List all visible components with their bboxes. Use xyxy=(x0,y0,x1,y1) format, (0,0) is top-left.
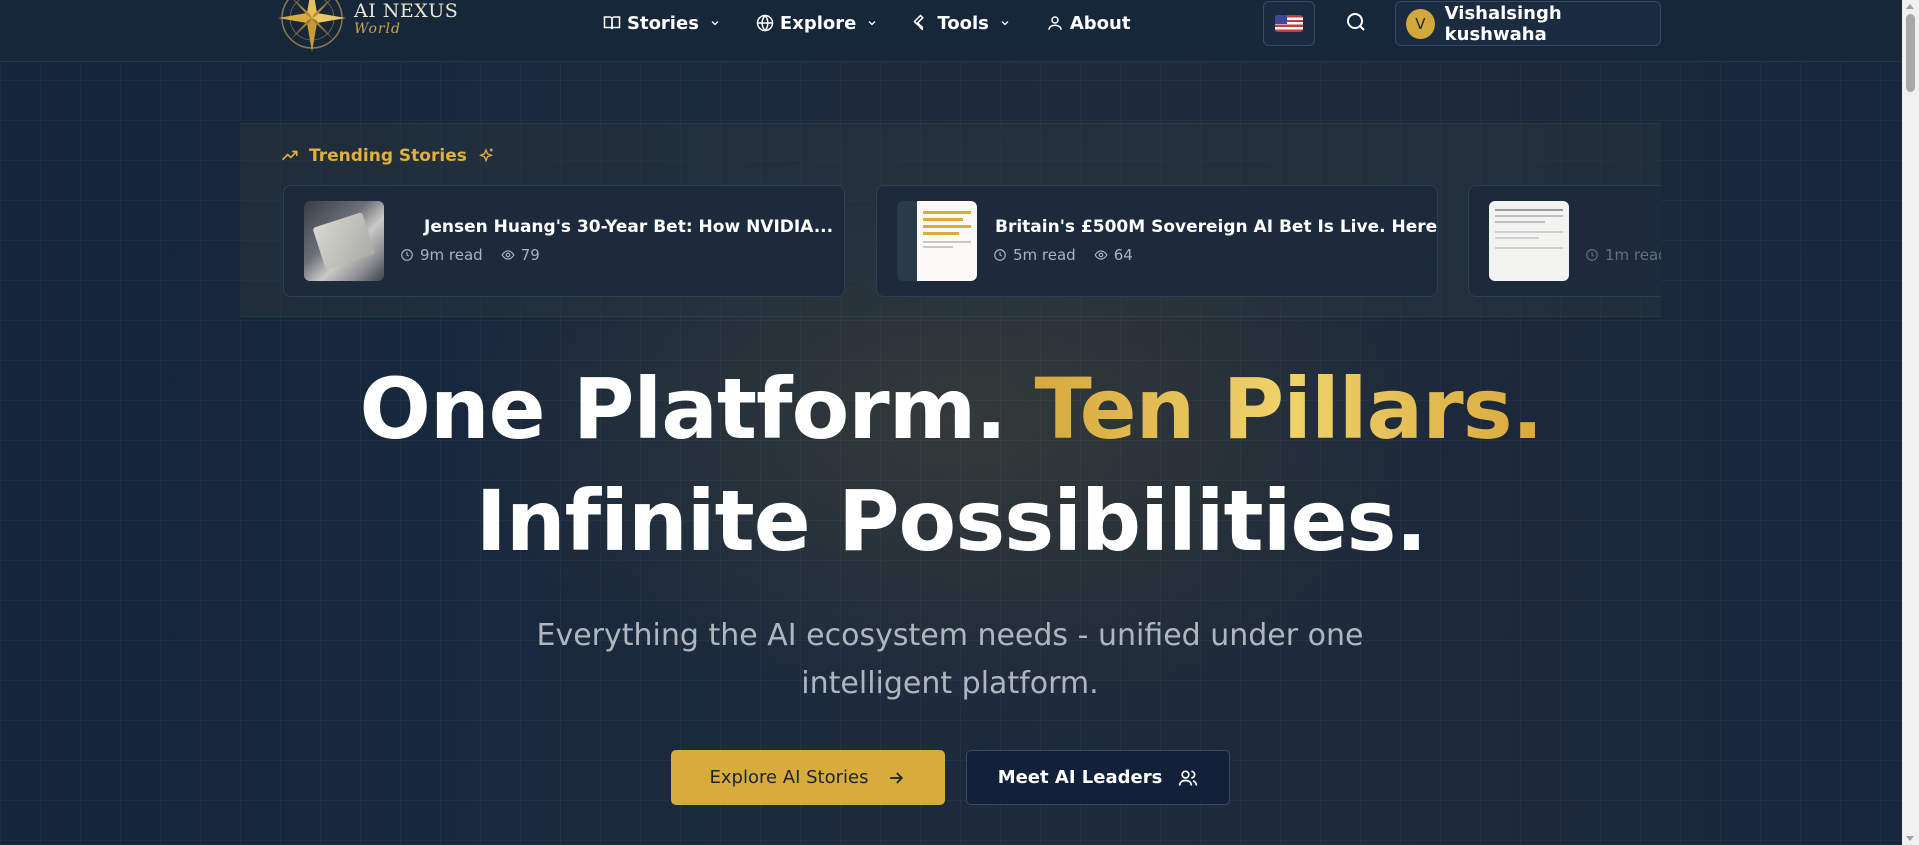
story-title: Jensen Huang's 30-Year Bet: How NVIDIA..… xyxy=(424,217,834,237)
brand-name: AI NEXUS xyxy=(354,0,459,22)
meet-ai-leaders-button[interactable]: Meet AI Leaders xyxy=(966,750,1230,805)
wrench-icon xyxy=(913,14,925,31)
trending-heading-label: Trending Stories xyxy=(309,146,467,166)
eye-icon xyxy=(1094,250,1108,260)
users-icon xyxy=(1179,770,1198,786)
sparkles-icon xyxy=(478,148,493,163)
language-selector-button[interactable] xyxy=(1263,1,1315,46)
trending-up-icon xyxy=(281,150,298,161)
trending-heading: Trending Stories xyxy=(281,146,495,166)
view-count: 64 xyxy=(1113,246,1133,264)
arrow-right-icon xyxy=(890,771,904,784)
main-nav: Stories Explore Tools About xyxy=(600,10,1130,36)
nav-explore[interactable]: Explore xyxy=(756,10,878,36)
page-scrollbar[interactable] xyxy=(1902,0,1919,845)
globe-icon xyxy=(756,14,774,32)
user-icon xyxy=(1048,16,1062,30)
hero-headline-white: One Platform. xyxy=(359,360,1007,458)
story-thumbnail xyxy=(304,201,384,281)
nav-about[interactable]: About xyxy=(1046,10,1131,36)
scroll-up-arrow-icon[interactable] xyxy=(1906,4,1914,9)
clock-icon xyxy=(401,249,413,261)
scroll-down-arrow-icon[interactable] xyxy=(1906,836,1914,841)
clock-icon xyxy=(1586,249,1598,261)
user-name: Vishalsingh kushwaha xyxy=(1444,2,1562,45)
site-header: AI NEXUS World Stories Explore Tools Abo… xyxy=(0,0,1902,62)
meet-ai-leaders-label: Meet AI Leaders xyxy=(997,767,1163,788)
brand-wordmark[interactable]: AI NEXUS World xyxy=(354,0,458,36)
view-count: 79 xyxy=(520,246,540,264)
story-meta: 5m read 64 xyxy=(993,246,1133,264)
story-card[interactable]: Britain's £500M Sovereign AI Bet Is Live… xyxy=(876,185,1438,297)
story-thumbnail xyxy=(1489,201,1569,281)
story-meta: 1m read xyxy=(1585,246,1661,264)
chevron-down-icon xyxy=(868,21,876,26)
eye-icon xyxy=(501,250,515,260)
story-card[interactable]: Jensen Huang's 30-Year Bet: How NVIDIA..… xyxy=(283,185,845,297)
nav-about-label: About xyxy=(1069,12,1131,34)
brand-subtitle: World xyxy=(354,21,401,37)
nav-tools-label: Tools xyxy=(937,12,989,34)
nav-stories-label: Stories xyxy=(627,12,699,34)
chevron-down-icon xyxy=(711,21,719,26)
explore-ai-stories-label: Explore AI Stories xyxy=(709,767,869,788)
book-open-icon xyxy=(603,16,621,30)
hero-subtitle-line-1: Everything the AI ecosystem needs - unif… xyxy=(536,618,1364,653)
hero-subtitle: Everything the AI ecosystem needs - unif… xyxy=(500,612,1400,708)
hero-headline-gold: Ten Pillars. xyxy=(1034,360,1543,458)
read-time: 5m read xyxy=(1013,246,1076,264)
hero-headline-line-2: Infinite Possibilities. xyxy=(475,472,1428,570)
story-card[interactable]: 1m read xyxy=(1468,185,1661,297)
avatar: V xyxy=(1406,8,1435,39)
hero-headline-line-1: One Platform. Ten Pillars. xyxy=(0,360,1902,458)
story-thumbnail xyxy=(897,201,977,281)
search-icon[interactable] xyxy=(1344,10,1368,34)
clock-icon xyxy=(994,249,1006,261)
trending-stories-section: Trending Stories Jensen Huang's 30-Year … xyxy=(241,123,1661,317)
chevron-down-icon xyxy=(1001,21,1009,26)
compass-star-logo-icon[interactable] xyxy=(277,0,347,56)
explore-ai-stories-button[interactable]: Explore AI Stories xyxy=(671,750,945,805)
hero-subtitle-line-2: intelligent platform. xyxy=(801,666,1099,701)
user-menu-button[interactable]: V Vishalsingh kushwaha xyxy=(1395,1,1661,46)
us-flag-icon xyxy=(1275,15,1303,32)
read-time: 9m read xyxy=(420,246,483,264)
scrollbar-thumb[interactable] xyxy=(1906,14,1915,92)
nav-explore-label: Explore xyxy=(779,12,857,34)
read-time: 1m read xyxy=(1605,246,1661,264)
story-title: Britain's £500M Sovereign AI Bet Is Live… xyxy=(995,217,1438,237)
nav-stories[interactable]: Stories xyxy=(603,10,721,36)
nav-tools[interactable]: Tools xyxy=(913,10,1011,36)
story-meta: 9m read 79 xyxy=(400,246,540,264)
